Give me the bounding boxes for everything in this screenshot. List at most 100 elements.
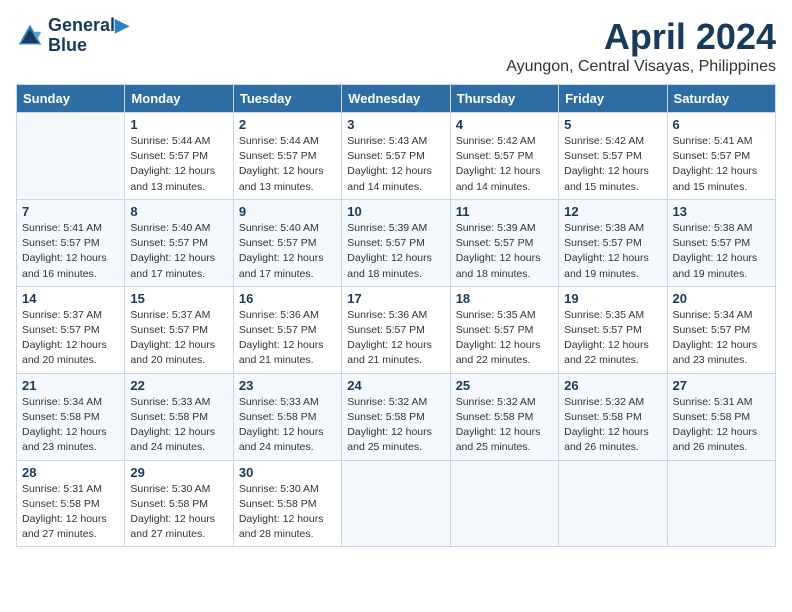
day-detail: Sunrise: 5:31 AM Sunset: 5:58 PM Dayligh… <box>673 395 770 456</box>
calendar-week-row: 7Sunrise: 5:41 AM Sunset: 5:57 PM Daylig… <box>17 199 776 286</box>
day-detail: Sunrise: 5:39 AM Sunset: 5:57 PM Dayligh… <box>347 221 444 282</box>
logo-text: General▶ Blue <box>48 16 129 56</box>
day-number: 15 <box>130 291 227 306</box>
day-number: 22 <box>130 378 227 393</box>
calendar-table: SundayMondayTuesdayWednesdayThursdayFrid… <box>16 84 776 547</box>
day-number: 3 <box>347 117 444 132</box>
day-detail: Sunrise: 5:30 AM Sunset: 5:58 PM Dayligh… <box>239 482 336 543</box>
day-number: 25 <box>456 378 553 393</box>
calendar-cell: 27 Sunrise: 5:31 AM Sunset: 5:58 PM Dayli… <box>667 373 775 460</box>
day-number: 8 <box>130 204 227 219</box>
calendar-cell: 4Sunrise: 5:42 AM Sunset: 5:57 PM Daylig… <box>450 113 558 200</box>
day-number: 11 <box>456 204 553 219</box>
logo-icon <box>16 22 44 50</box>
header-day: Tuesday <box>233 85 341 113</box>
day-detail: Sunrise: 5:32 AM Sunset: 5:58 PM Dayligh… <box>456 395 553 456</box>
calendar-cell <box>450 460 558 547</box>
day-number: 30 <box>239 465 336 480</box>
day-detail: Sunrise: 5:35 AM Sunset: 5:57 PM Dayligh… <box>564 308 661 369</box>
page-header: General▶ Blue April 2024 Ayungon, Centra… <box>16 16 776 76</box>
calendar-cell <box>17 113 125 200</box>
day-number: 14 <box>22 291 119 306</box>
day-detail: Sunrise: 5:30 AM Sunset: 5:58 PM Dayligh… <box>130 482 227 543</box>
day-detail: Sunrise: 5:42 AM Sunset: 5:57 PM Dayligh… <box>456 134 553 195</box>
day-number: 18 <box>456 291 553 306</box>
day-detail: Sunrise: 5:32 AM Sunset: 5:58 PM Dayligh… <box>347 395 444 456</box>
day-number: 27 <box>673 378 770 393</box>
day-detail: Sunrise: 5:43 AM Sunset: 5:57 PM Dayligh… <box>347 134 444 195</box>
calendar-cell <box>667 460 775 547</box>
day-detail: Sunrise: 5:36 AM Sunset: 5:57 PM Dayligh… <box>347 308 444 369</box>
day-detail: Sunrise: 5:38 AM Sunset: 5:57 PM Dayligh… <box>564 221 661 282</box>
day-detail: Sunrise: 5:44 AM Sunset: 5:57 PM Dayligh… <box>130 134 227 195</box>
calendar-cell: 3 Sunrise: 5:43 AM Sunset: 5:57 PM Daylig… <box>342 113 450 200</box>
calendar-cell <box>559 460 667 547</box>
header-day: Saturday <box>667 85 775 113</box>
calendar-cell: 7Sunrise: 5:41 AM Sunset: 5:57 PM Daylig… <box>17 199 125 286</box>
day-detail: Sunrise: 5:34 AM Sunset: 5:58 PM Dayligh… <box>22 395 119 456</box>
day-number: 24 <box>347 378 444 393</box>
calendar-cell: 15 Sunrise: 5:37 AM Sunset: 5:57 PM Dayli… <box>125 286 233 373</box>
day-detail: Sunrise: 5:44 AM Sunset: 5:57 PM Dayligh… <box>239 134 336 195</box>
calendar-cell: 8Sunrise: 5:40 AM Sunset: 5:57 PM Daylig… <box>125 199 233 286</box>
day-number: 2 <box>239 117 336 132</box>
day-number: 12 <box>564 204 661 219</box>
day-number: 10 <box>347 204 444 219</box>
header-day: Sunday <box>17 85 125 113</box>
day-detail: Sunrise: 5:32 AM Sunset: 5:58 PM Dayligh… <box>564 395 661 456</box>
header-day: Friday <box>559 85 667 113</box>
day-number: 28 <box>22 465 119 480</box>
day-number: 5 <box>564 117 661 132</box>
calendar-cell: 30 Sunrise: 5:30 AM Sunset: 5:58 PM Dayli… <box>233 460 341 547</box>
calendar-cell <box>342 460 450 547</box>
day-number: 13 <box>673 204 770 219</box>
calendar-cell: 12 Sunrise: 5:38 AM Sunset: 5:57 PM Dayli… <box>559 199 667 286</box>
day-detail: Sunrise: 5:31 AM Sunset: 5:58 PM Dayligh… <box>22 482 119 543</box>
calendar-cell: 17 Sunrise: 5:36 AM Sunset: 5:57 PM Dayli… <box>342 286 450 373</box>
calendar-cell: 20Sunrise: 5:34 AM Sunset: 5:57 PM Dayli… <box>667 286 775 373</box>
day-number: 19 <box>564 291 661 306</box>
calendar-week-row: 21 Sunrise: 5:34 AM Sunset: 5:58 PM Dayli… <box>17 373 776 460</box>
calendar-cell: 10 Sunrise: 5:39 AM Sunset: 5:57 PM Dayli… <box>342 199 450 286</box>
day-number: 17 <box>347 291 444 306</box>
day-detail: Sunrise: 5:33 AM Sunset: 5:58 PM Dayligh… <box>239 395 336 456</box>
day-number: 16 <box>239 291 336 306</box>
subtitle: Ayungon, Central Visayas, Philippines <box>506 58 776 76</box>
day-number: 29 <box>130 465 227 480</box>
day-number: 21 <box>22 378 119 393</box>
calendar-week-row: 28 Sunrise: 5:31 AM Sunset: 5:58 PM Dayli… <box>17 460 776 547</box>
title-area: April 2024 Ayungon, Central Visayas, Phi… <box>506 16 776 76</box>
calendar-cell: 28 Sunrise: 5:31 AM Sunset: 5:58 PM Dayli… <box>17 460 125 547</box>
day-detail: Sunrise: 5:38 AM Sunset: 5:57 PM Dayligh… <box>673 221 770 282</box>
day-number: 26 <box>564 378 661 393</box>
day-detail: Sunrise: 5:40 AM Sunset: 5:57 PM Dayligh… <box>239 221 336 282</box>
calendar-cell: 24 Sunrise: 5:32 AM Sunset: 5:58 PM Dayli… <box>342 373 450 460</box>
day-detail: Sunrise: 5:39 AM Sunset: 5:57 PM Dayligh… <box>456 221 553 282</box>
day-detail: Sunrise: 5:37 AM Sunset: 5:57 PM Dayligh… <box>22 308 119 369</box>
day-number: 9 <box>239 204 336 219</box>
day-detail: Sunrise: 5:36 AM Sunset: 5:57 PM Dayligh… <box>239 308 336 369</box>
calendar-week-row: 1Sunrise: 5:44 AM Sunset: 5:57 PM Daylig… <box>17 113 776 200</box>
calendar-cell: 14 Sunrise: 5:37 AM Sunset: 5:57 PM Dayli… <box>17 286 125 373</box>
day-detail: Sunrise: 5:41 AM Sunset: 5:57 PM Dayligh… <box>673 134 770 195</box>
day-detail: Sunrise: 5:35 AM Sunset: 5:57 PM Dayligh… <box>456 308 553 369</box>
calendar-cell: 16 Sunrise: 5:36 AM Sunset: 5:57 PM Dayli… <box>233 286 341 373</box>
calendar-cell: 18 Sunrise: 5:35 AM Sunset: 5:57 PM Dayli… <box>450 286 558 373</box>
calendar-cell: 6 Sunrise: 5:41 AM Sunset: 5:57 PM Daylig… <box>667 113 775 200</box>
calendar-cell: 26 Sunrise: 5:32 AM Sunset: 5:58 PM Dayli… <box>559 373 667 460</box>
calendar-cell: 21 Sunrise: 5:34 AM Sunset: 5:58 PM Dayli… <box>17 373 125 460</box>
calendar-cell: 22 Sunrise: 5:33 AM Sunset: 5:58 PM Dayli… <box>125 373 233 460</box>
calendar-cell: 25 Sunrise: 5:32 AM Sunset: 5:58 PM Dayli… <box>450 373 558 460</box>
day-detail: Sunrise: 5:37 AM Sunset: 5:57 PM Dayligh… <box>130 308 227 369</box>
calendar-cell: 13 Sunrise: 5:38 AM Sunset: 5:57 PM Dayli… <box>667 199 775 286</box>
header-day: Monday <box>125 85 233 113</box>
month-title: April 2024 <box>506 16 776 58</box>
calendar-week-row: 14 Sunrise: 5:37 AM Sunset: 5:57 PM Dayli… <box>17 286 776 373</box>
calendar-cell: 9 Sunrise: 5:40 AM Sunset: 5:57 PM Daylig… <box>233 199 341 286</box>
day-number: 6 <box>673 117 770 132</box>
day-detail: Sunrise: 5:33 AM Sunset: 5:58 PM Dayligh… <box>130 395 227 456</box>
calendar-cell: 5Sunrise: 5:42 AM Sunset: 5:57 PM Daylig… <box>559 113 667 200</box>
calendar-cell: 29 Sunrise: 5:30 AM Sunset: 5:58 PM Dayli… <box>125 460 233 547</box>
logo: General▶ Blue <box>16 16 129 56</box>
calendar-cell: 19 Sunrise: 5:35 AM Sunset: 5:57 PM Dayli… <box>559 286 667 373</box>
